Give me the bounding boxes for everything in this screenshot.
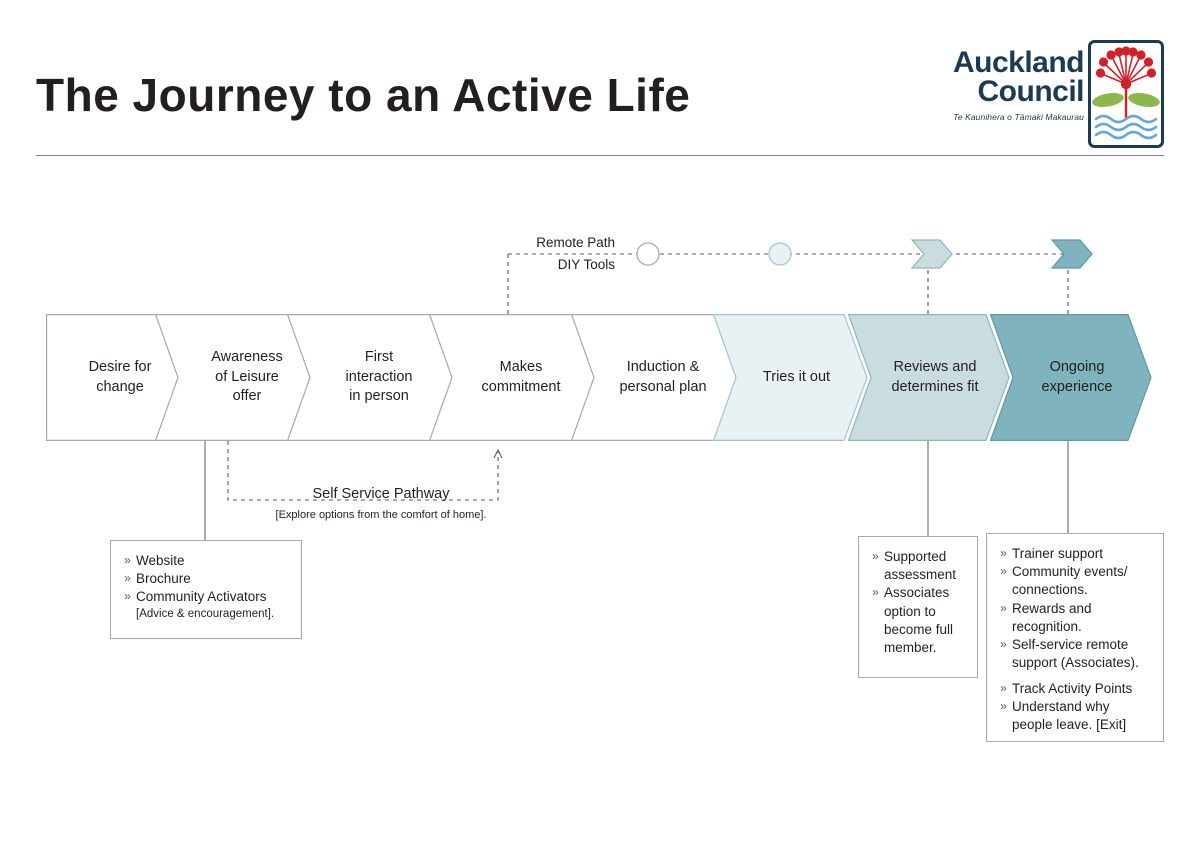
bullet-glyph: » — [124, 571, 131, 586]
stage-shape — [990, 314, 1152, 441]
list-item: » Trainer support — [995, 545, 1153, 563]
bullet-glyph: » — [872, 585, 879, 600]
stage-tries-it-out[interactable]: Tries it out — [713, 314, 868, 441]
remote-node-chevron-2[interactable] — [1050, 239, 1093, 269]
list-item: » Website — [119, 552, 291, 570]
list-item: » Brochure — [119, 570, 291, 588]
stage-shape — [713, 314, 868, 441]
list-item: » Self-service remote support (Associate… — [995, 636, 1153, 672]
bullet-glyph: » — [1000, 600, 1007, 615]
pohutukawa-crest-icon — [1088, 40, 1164, 148]
list-item: » Rewards and recognition. — [995, 600, 1153, 636]
remote-node-circle-2[interactable] — [768, 242, 792, 266]
bullet-glyph: » — [1000, 546, 1007, 560]
callout-ongoing: » Trainer support » Community events/ co… — [986, 533, 1164, 742]
list-item: » Track Activity Points — [995, 680, 1153, 698]
diagram-page: The Journey to an Active Life Auckland C… — [0, 0, 1200, 848]
remote-path-label-line1: Remote Path — [536, 235, 615, 250]
remote-path-nodes — [636, 239, 1093, 269]
callout-awareness: » Website » Brochure » Community Activat… — [110, 540, 302, 639]
remote-path-label-line2: DIY Tools — [557, 257, 615, 272]
bullet-glyph: » — [1000, 698, 1007, 713]
stage-reviews-and-determines-fit[interactable]: Reviews and determines fit — [848, 314, 1010, 441]
callout-note: [Advice & encouragement]. — [136, 607, 275, 620]
self-service-pathway-label: Self Service Pathway — [312, 486, 450, 502]
bullet-glyph: » — [1000, 680, 1007, 695]
list-item: » Associates option to become full membe… — [867, 584, 967, 657]
auckland-council-logo: Auckland Council Te Kaunihera o Tāmaki M… — [922, 40, 1164, 148]
bullet-glyph: » — [872, 549, 879, 563]
self-service-pathway-sublabel: [Explore options from the comfort of hom… — [275, 509, 487, 521]
bullet-glyph: » — [124, 589, 131, 604]
remote-node-circle-1[interactable] — [636, 242, 660, 266]
page-title: The Journey to an Active Life — [36, 69, 691, 121]
header-divider — [36, 155, 1164, 156]
self-service-arrowhead-icon — [493, 448, 503, 459]
bullet-glyph: » — [1000, 564, 1007, 579]
logo-line-auckland: Auckland — [952, 46, 1085, 79]
bullet-glyph: » — [1000, 637, 1007, 652]
list-item: » Understand why people leave. [Exit] — [995, 698, 1153, 734]
list-item: » Supported assessment — [867, 548, 967, 584]
list-item: » Community events/ connections. — [995, 563, 1153, 599]
callout-reviews: » Supported assessment » Associates opti… — [858, 536, 978, 678]
remote-node-chevron-1[interactable] — [910, 239, 953, 269]
logo-maori-text: Te Kaunihera o Tāmaki Makaurau — [953, 111, 1084, 122]
stage-shape — [848, 314, 1010, 441]
stage-ongoing-experience[interactable]: Ongoing experience — [990, 314, 1152, 441]
bullet-glyph: » — [124, 553, 131, 567]
logo-wordmark: Auckland Council Te Kaunihera o Tāmaki M… — [922, 46, 1085, 122]
list-item: » Community Activators — [119, 588, 291, 606]
logo-line-council: Council — [977, 75, 1085, 109]
